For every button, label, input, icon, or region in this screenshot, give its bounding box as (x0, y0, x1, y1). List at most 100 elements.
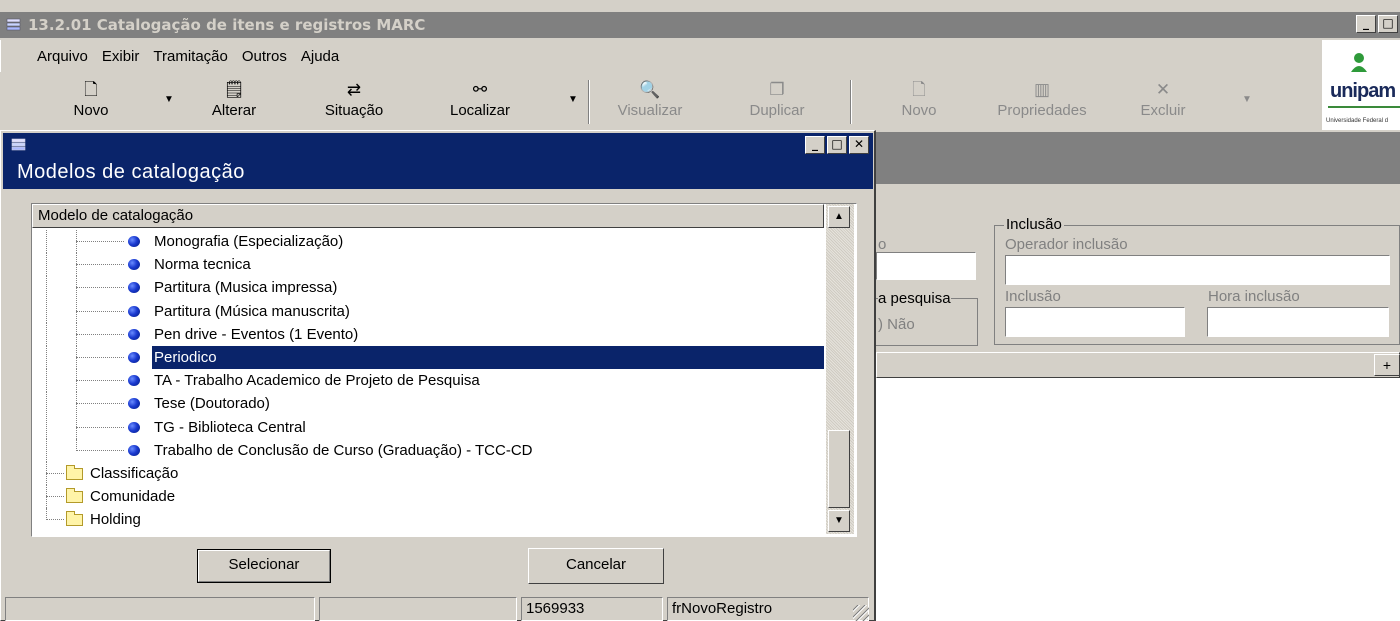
tree-item-label: Norma tecnica (154, 256, 251, 273)
dialog-title: Modelos de catalogação (3, 157, 873, 189)
scroll-up-icon[interactable]: ▲ (828, 206, 850, 228)
hora-inclusao-field[interactable] (1207, 307, 1389, 337)
tree-column-header[interactable]: Modelo de catalogação (32, 204, 824, 228)
menu-arquivo[interactable]: Arquivo (37, 48, 88, 65)
blue-bullet-icon (128, 282, 140, 293)
tree-list-item[interactable]: Norma tecnica (32, 253, 824, 276)
status-bar: 1569933 frNovoRegistro (5, 595, 871, 621)
blue-bullet-icon (128, 445, 140, 456)
tree-scrollbar[interactable]: ▲ ▼ (826, 204, 854, 534)
field-input-fragment[interactable] (876, 252, 976, 280)
tree-list-item[interactable]: TG - Biblioteca Central (32, 416, 824, 439)
tree-guide-line (76, 450, 124, 451)
nao-radio[interactable]: ) Não (878, 316, 915, 333)
tree-list-item[interactable]: TA - Trabalho Academico de Projeto de Pe… (32, 369, 824, 392)
resize-grip-icon[interactable] (853, 605, 869, 621)
novo-disabled-button[interactable]: 🗋 Novo (882, 78, 956, 126)
grid-header-strip (876, 352, 1400, 378)
maximize-icon[interactable]: □ (827, 136, 847, 154)
excluir-button[interactable]: ✕ Excluir (1126, 78, 1200, 126)
status-panel-1 (5, 597, 315, 621)
propriedades-button[interactable]: ▥ Propriedades (982, 78, 1102, 126)
menu-tramitacao[interactable]: Tramitação (153, 48, 227, 65)
tree-guide-line (76, 403, 124, 404)
logo-subtext: Universidade Federal d (1326, 118, 1389, 124)
blue-bullet-icon (128, 236, 140, 247)
operador-inclusao-label: Operador inclusão (1005, 236, 1128, 253)
menu-outros[interactable]: Outros (242, 48, 287, 65)
scroll-thumb[interactable] (828, 430, 850, 508)
tree-list-item[interactable]: Partitura (Musica impressa) (32, 276, 824, 299)
delete-x-icon: ✕ (1155, 80, 1171, 99)
alterar-button[interactable]: 🗒 Alterar (192, 78, 276, 126)
new-document-icon: 🗋 (912, 80, 926, 99)
folder-icon (66, 465, 83, 480)
expand-plus-button[interactable]: + (1374, 354, 1400, 376)
logo-tree-icon (1351, 53, 1367, 72)
tree-guide-line (46, 416, 47, 439)
situacao-button-label: Situação (324, 102, 384, 119)
field-label-fragment: o (878, 236, 887, 253)
grid-area (876, 378, 1400, 621)
main-window-title: 13.2.01 Catalogação de itens e registros… (28, 16, 426, 34)
stacked-books-icon (6, 18, 21, 31)
close-icon[interactable]: ✕ (849, 136, 869, 154)
stacked-books-icon (11, 138, 26, 151)
visualizar-button-label: Visualizar (617, 102, 683, 119)
tree-guide-line (76, 334, 124, 335)
status-form-name: frNovoRegistro (667, 597, 869, 621)
menubar: Arquivo Exibir Tramitação Outros Ajuda (0, 40, 1318, 72)
operador-inclusao-field[interactable] (1005, 255, 1390, 285)
inclusao-label: Inclusão (1005, 288, 1061, 305)
tree-list-item[interactable]: Partitura (Música manuscrita) (32, 300, 824, 323)
localizar-button[interactable]: ⚯ Localizar (434, 78, 526, 126)
tree-folder-item[interactable]: Classificação (32, 462, 824, 485)
novo-button[interactable]: 🗋 Novo (56, 78, 126, 126)
tree-list-item[interactable]: Pen drive - Eventos (1 Evento) (32, 323, 824, 346)
menu-exibir[interactable]: Exibir (102, 48, 140, 65)
excluir-dropdown-icon[interactable]: ▼ (1242, 94, 1252, 105)
selecionar-button[interactable]: Selecionar (197, 549, 331, 583)
minimize-icon[interactable]: _ (1356, 15, 1376, 33)
excluir-button-label: Excluir (1140, 102, 1186, 119)
tree-guide-line (46, 519, 64, 520)
tree-folder-item[interactable]: Comunidade (32, 485, 824, 508)
tree-item-label: Comunidade (90, 488, 176, 505)
status-panel-2 (319, 597, 517, 621)
tree-guide-line (76, 357, 124, 358)
tree-item-label: Partitura (Música manuscrita) (154, 303, 350, 320)
duplicate-icon: ❐ (769, 80, 785, 99)
cancelar-button[interactable]: Cancelar (528, 548, 664, 584)
dialog-titlebar[interactable]: _ □ ✕ (3, 133, 873, 157)
tree-list-item[interactable]: Tese (Doutorado) (32, 392, 824, 415)
tree-guide-line (76, 264, 124, 265)
duplicar-button[interactable]: ❐ Duplicar (732, 78, 822, 126)
tree-item-label: Trabalho de Conclusão de Curso (Graduaçã… (154, 442, 533, 459)
maximize-icon[interactable]: □ (1378, 15, 1398, 33)
toolbar-separator (850, 80, 852, 124)
blue-bullet-icon (128, 306, 140, 317)
tree-list-item[interactable]: Trabalho de Conclusão de Curso (Graduaçã… (32, 439, 824, 462)
tree-list-item[interactable]: Monografia (Especialização) (32, 230, 824, 253)
tree-list-item[interactable]: Periodico (32, 345, 824, 370)
localizar-dropdown-icon[interactable]: ▼ (568, 94, 578, 105)
minimize-icon[interactable]: _ (805, 136, 825, 154)
inclusao-date-field[interactable] (1005, 307, 1185, 337)
tree-folder-item[interactable]: Holding (32, 508, 824, 531)
situacao-button[interactable]: ⇄ Situação (312, 78, 396, 126)
modelos-dialog: _ □ ✕ Modelos de catalogação Modelo de c… (0, 130, 876, 621)
blue-bullet-icon (128, 398, 140, 409)
main-titlebar[interactable]: 13.2.01 Catalogação de itens e registros… (0, 12, 1400, 38)
tree-guide-line (46, 323, 47, 346)
menu-ajuda[interactable]: Ajuda (301, 48, 339, 65)
tree-item-label: Tese (Doutorado) (154, 395, 270, 412)
visualizar-button[interactable]: 🔍 Visualizar (600, 78, 700, 126)
novo-disabled-button-label: Novo (901, 102, 937, 119)
novo-dropdown-icon[interactable]: ▼ (164, 94, 174, 105)
toolbar-separator (588, 80, 590, 124)
blue-bullet-icon (128, 329, 140, 340)
tree-item-label: Holding (90, 511, 141, 528)
tree-guide-line (76, 311, 124, 312)
scroll-down-icon[interactable]: ▼ (828, 510, 850, 532)
folder-icon (66, 488, 83, 503)
